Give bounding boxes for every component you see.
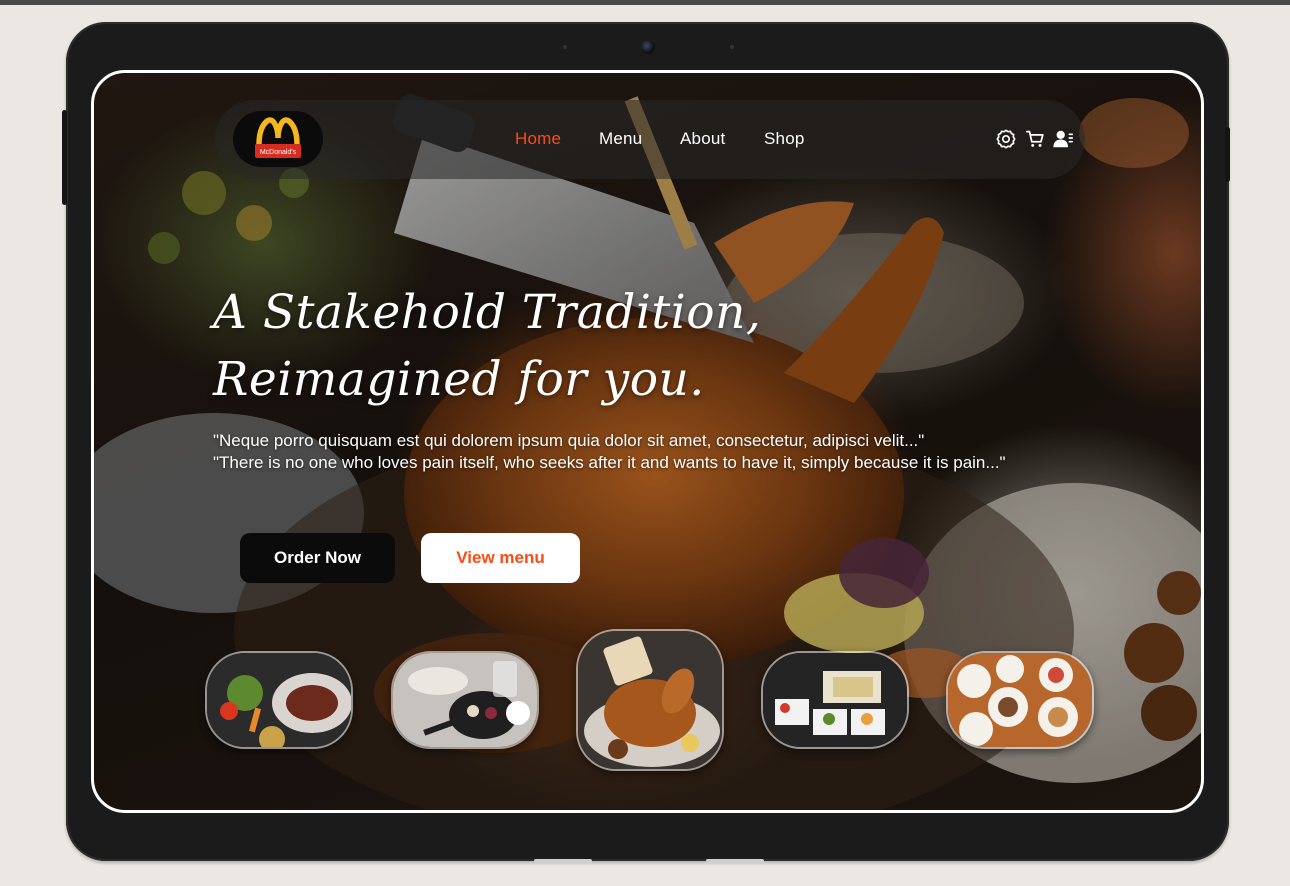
gallery-item-roast-chicken[interactable] (576, 629, 724, 771)
roast-chicken-image (578, 631, 722, 769)
settings-icon[interactable] (995, 128, 1017, 150)
screen: McDonald's Home Menu About Shop A Stakeh… (91, 70, 1204, 813)
brand-logo[interactable]: McDonald's (233, 111, 323, 167)
hero-title-line-1: A Stakehold Tradition, (213, 285, 762, 340)
gallery-item-shared-plates[interactable] (946, 651, 1094, 749)
gallery-item-sushi[interactable] (761, 651, 909, 749)
bottom-tab-left (534, 859, 592, 863)
hero-quote-1: "Neque porro quisquam est qui dolorem ip… (213, 431, 925, 450)
user-icon[interactable] (1052, 128, 1074, 150)
top-rule (0, 0, 1290, 5)
sushi-trays-image (763, 653, 907, 747)
view-menu-button[interactable]: View menu (421, 533, 580, 583)
golden-arches-icon: McDonald's (255, 117, 301, 158)
nav-shop[interactable]: Shop (764, 129, 805, 149)
nav-bar: McDonald's Home Menu About Shop (215, 100, 1085, 179)
hero-quote-2: "There is no one who loves pain itself, … (213, 453, 1006, 472)
steak-plate-image (207, 653, 351, 747)
order-now-button[interactable]: Order Now (240, 533, 395, 583)
nav-home[interactable]: Home (515, 129, 561, 149)
gallery-item-skillet[interactable] (391, 651, 539, 749)
hero-title: A Stakehold Tradition, Reimagined for yo… (213, 279, 833, 413)
shared-plates-image (948, 653, 1092, 747)
sensor-left (563, 45, 567, 49)
camera-icon (641, 40, 655, 54)
nav-menu[interactable]: Menu (599, 129, 642, 149)
nav-about[interactable]: About (680, 129, 725, 149)
cart-icon[interactable] (1024, 128, 1046, 150)
power-button (1225, 127, 1230, 182)
gallery-item-steak[interactable] (205, 651, 353, 749)
volume-button (62, 110, 67, 205)
bottom-tab-right (706, 859, 764, 863)
hero-title-line-2: Reimagined for you. (213, 352, 705, 407)
sensor-right (730, 45, 734, 49)
dessert-skillet-image (393, 653, 537, 747)
logo-text: McDonald's (260, 149, 297, 156)
